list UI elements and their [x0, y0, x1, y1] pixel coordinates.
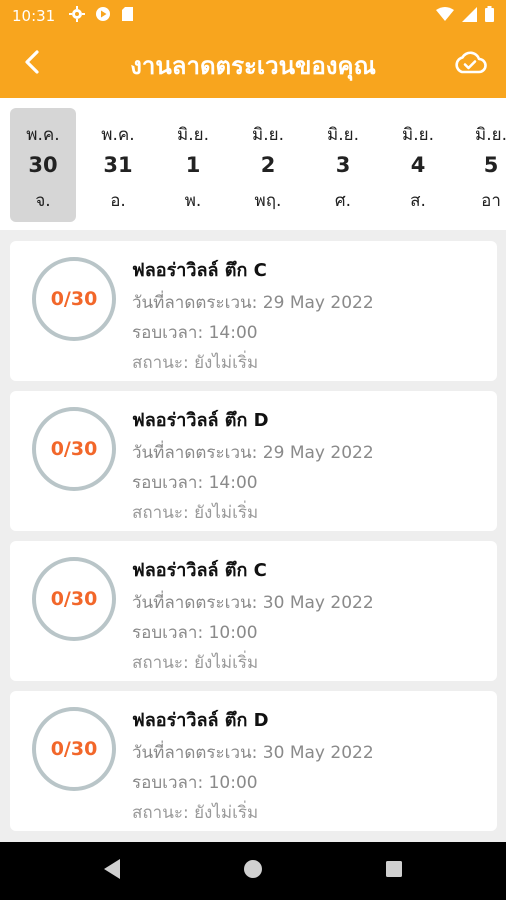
date-month: มิ.ย.	[252, 125, 284, 145]
patrol-card[interactable]: 0/30 ฟลอร่าวิลล์ ตึก D วันที่ลาดตระเวน: …	[10, 691, 497, 831]
date-month: พ.ค.	[101, 125, 135, 145]
signal-icon	[462, 6, 477, 26]
nav-back-icon[interactable]	[102, 858, 122, 884]
date-month: มิ.ย.	[402, 125, 434, 145]
cloud-check-icon	[453, 49, 487, 79]
patrol-status: สถานะ: ยังไม่เริ่ม	[132, 503, 259, 523]
back-arrow-icon	[22, 49, 42, 79]
wifi-icon	[436, 6, 454, 26]
nav-recents-icon[interactable]	[384, 859, 404, 883]
progress-ring: 0/30	[32, 707, 116, 791]
patrol-status: สถานะ: ยังไม่เริ่ม	[132, 803, 259, 823]
patrol-card[interactable]: 0/30 ฟลอร่าวิลล์ ตึก C วันที่ลาดตระเวน: …	[10, 241, 497, 381]
patrol-card[interactable]: 0/30 ฟลอร่าวิลล์ ตึก C วันที่ลาดตระเวน: …	[10, 541, 497, 681]
patrol-date: วันที่ลาดตระเวน: 29 May 2022	[132, 443, 374, 463]
date-item[interactable]: มิ.ย. 2 พฤ.	[235, 108, 301, 222]
back-button[interactable]	[14, 46, 50, 82]
date-day: 3	[335, 153, 351, 177]
progress-ring: 0/30	[32, 257, 116, 341]
patrol-date: วันที่ลาดตระเวน: 29 May 2022	[132, 293, 374, 313]
app-bar: งานลาดตระเวนของคุณ	[0, 32, 506, 98]
date-item[interactable]: มิ.ย. 4 ส.	[385, 108, 451, 222]
patrol-status: สถานะ: ยังไม่เริ่ม	[132, 353, 259, 373]
date-selector: พ.ค. 30 จ. พ.ค. 31 อ. มิ.ย. 1 พ. มิ.ย. 2…	[0, 98, 506, 230]
settings-icon	[69, 6, 86, 26]
system-nav-bar	[0, 842, 506, 900]
date-weekday: พ.	[184, 191, 202, 211]
date-item[interactable]: พ.ค. 31 อ.	[85, 108, 151, 222]
progress-count: 0/30	[50, 738, 98, 760]
patrol-time: รอบเวลา: 14:00	[132, 473, 258, 493]
date-item[interactable]: พ.ค. 30 จ.	[10, 108, 76, 222]
date-weekday: อา	[481, 191, 501, 211]
play-icon	[95, 6, 111, 26]
date-weekday: จ.	[35, 191, 51, 211]
patrol-date: วันที่ลาดตระเวน: 30 May 2022	[132, 593, 374, 613]
patrol-time: รอบเวลา: 14:00	[132, 323, 258, 343]
progress-ring: 0/30	[32, 407, 116, 491]
status-time: 10:31	[12, 7, 56, 25]
patrol-location: ฟลอร่าวิลล์ ตึก C	[132, 560, 267, 581]
date-month: พ.ค.	[26, 125, 60, 145]
date-day: 30	[28, 153, 58, 177]
date-day: 1	[185, 153, 201, 177]
patrol-date: วันที่ลาดตระเวน: 30 May 2022	[132, 743, 374, 763]
patrol-time: รอบเวลา: 10:00	[132, 623, 258, 643]
patrol-status: สถานะ: ยังไม่เริ่ม	[132, 653, 259, 673]
date-day: 5	[483, 153, 499, 177]
patrol-card[interactable]: 0/30 ฟลอร่าวิลล์ ตึก D วันที่ลาดตระเวน: …	[10, 391, 497, 531]
nav-home-icon[interactable]	[242, 858, 264, 884]
sync-button[interactable]	[450, 46, 490, 82]
status-bar: 10:31	[0, 0, 506, 32]
patrol-location: ฟลอร่าวิลล์ ตึก D	[132, 410, 269, 431]
sd-card-icon	[121, 6, 134, 26]
date-month: มิ.ย.	[327, 125, 359, 145]
date-item[interactable]: มิ.ย. 1 พ.	[160, 108, 226, 222]
date-month: มิ.ย.	[177, 125, 209, 145]
page-title: งานลาดตระเวนของคุณ	[130, 51, 376, 80]
date-day: 31	[103, 153, 133, 177]
progress-count: 0/30	[50, 438, 98, 460]
date-weekday: ส.	[410, 191, 426, 211]
date-weekday: พฤ.	[254, 191, 282, 211]
date-day: 2	[260, 153, 276, 177]
patrol-location: ฟลอร่าวิลล์ ตึก C	[132, 260, 267, 281]
date-day: 4	[410, 153, 426, 177]
date-item[interactable]: มิ.ย. 5 อา	[458, 108, 506, 222]
date-weekday: อ.	[110, 191, 126, 211]
date-weekday: ศ.	[334, 191, 352, 211]
progress-ring: 0/30	[32, 557, 116, 641]
battery-icon	[485, 6, 494, 26]
patrol-time: รอบเวลา: 10:00	[132, 773, 258, 793]
progress-count: 0/30	[50, 288, 98, 310]
date-month: มิ.ย.	[475, 125, 506, 145]
date-item[interactable]: มิ.ย. 3 ศ.	[310, 108, 376, 222]
patrol-location: ฟลอร่าวิลล์ ตึก D	[132, 710, 269, 731]
progress-count: 0/30	[50, 588, 98, 610]
